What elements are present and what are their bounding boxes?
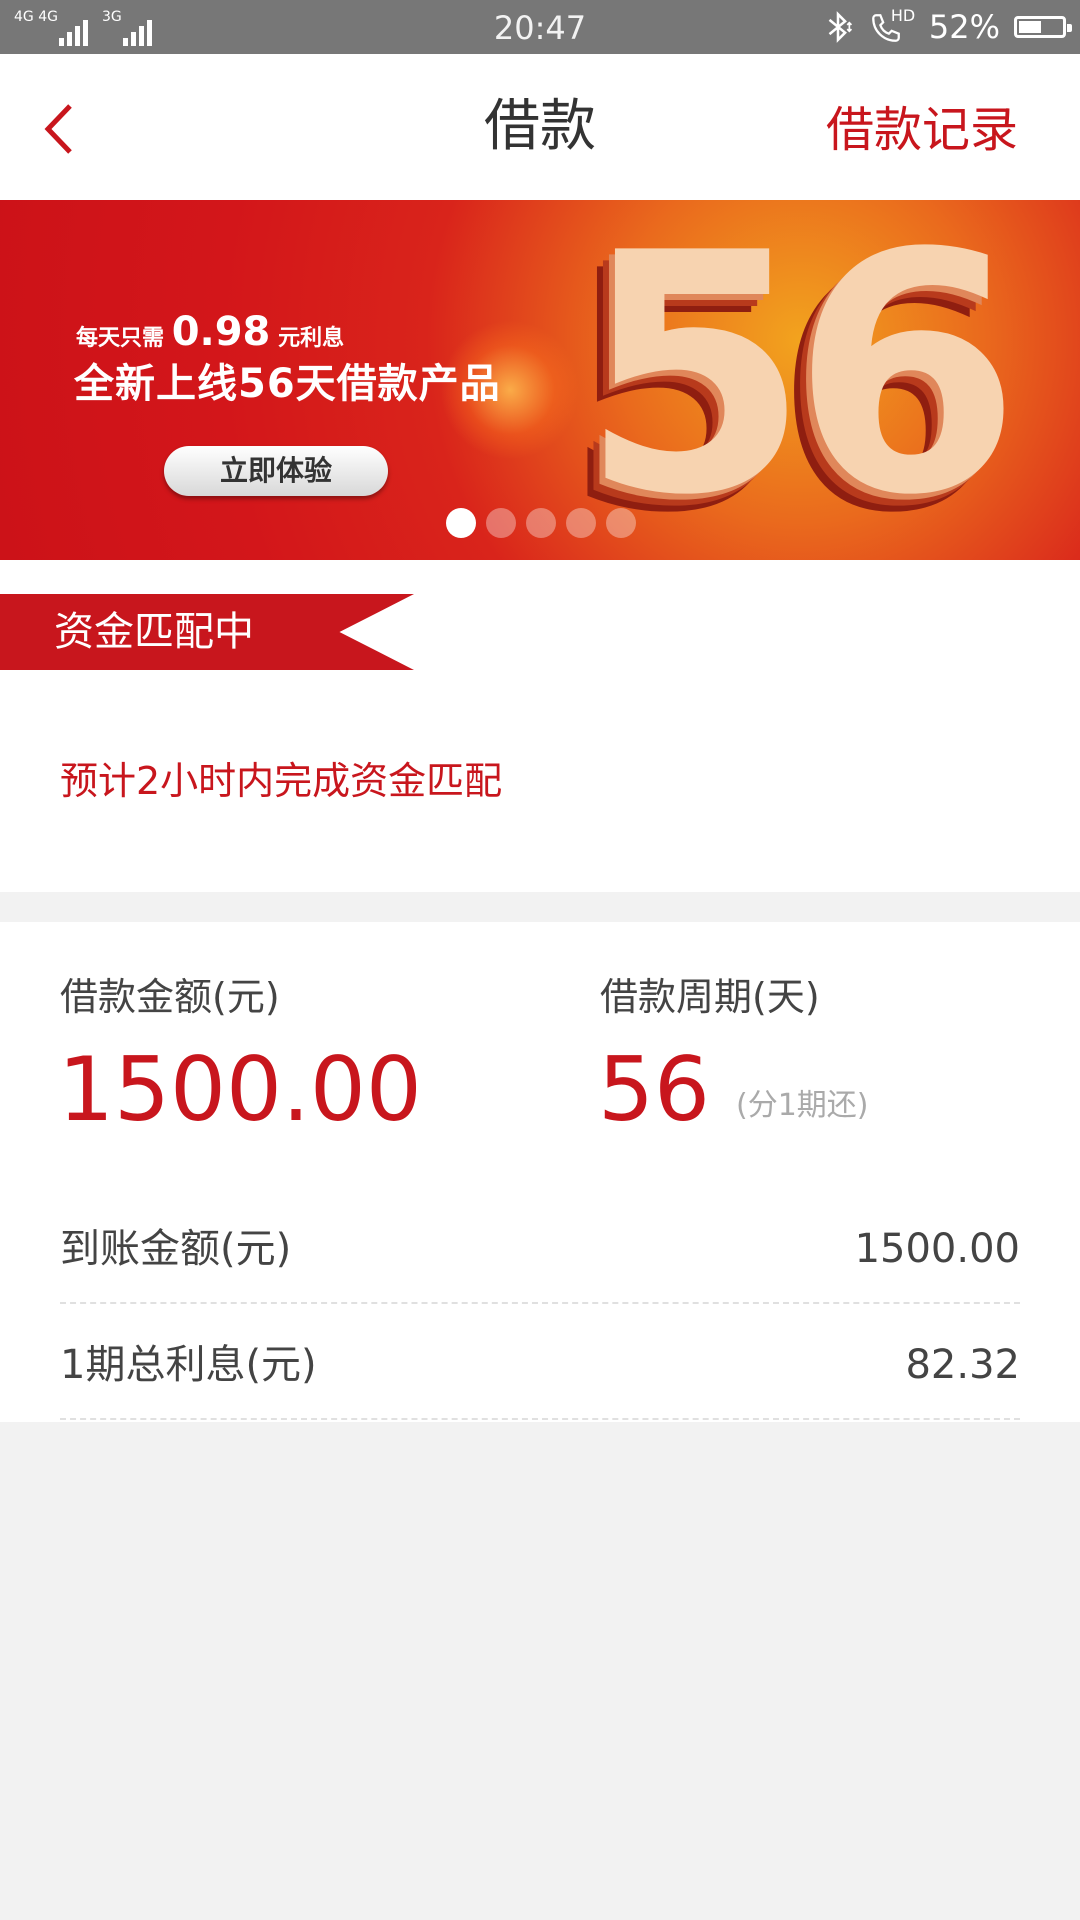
bluetooth-icon — [828, 11, 852, 43]
banner-line1-amount: 0.98 — [171, 309, 271, 355]
status-bar: 4G 4G 3G 20:47 HD 52% — [0, 0, 1080, 54]
battery-level — [1019, 21, 1041, 33]
banner-line1-prefix: 每天只需 — [76, 326, 165, 351]
loan-details: 借款金额(元) 1500.00 借款周期(天) 56 (分1期还) 到账金额(元… — [0, 922, 1080, 1422]
received-amount-value: 1500.00 — [854, 1226, 1020, 1272]
carousel-dot[interactable] — [486, 508, 516, 538]
banner-line1-suffix: 元利息 — [278, 326, 345, 351]
carousel-dot[interactable] — [526, 508, 556, 538]
eta-message: 预计2小时内完成资金匹配 — [60, 759, 503, 803]
battery-percent: 52% — [928, 8, 1000, 46]
carousel-dot[interactable] — [566, 508, 596, 538]
carousel-dots[interactable] — [446, 508, 636, 538]
carousel-dot[interactable] — [606, 508, 636, 538]
total-interest-value: 82.32 — [905, 1342, 1020, 1388]
loan-history-link[interactable]: 借款记录 — [826, 100, 1018, 160]
battery-icon — [1014, 16, 1072, 38]
total-interest-label: 1期总利息(元) — [60, 1342, 317, 1388]
amount-label: 借款金额(元) — [60, 975, 280, 1019]
period-value: 56 — [598, 1038, 710, 1141]
banner-big-number: 56 — [580, 200, 1021, 560]
status-icons: HD 52% — [821, 6, 1072, 46]
banner-headline: 全新上线56天借款产品 — [74, 361, 501, 407]
amount-value: 1500.00 — [58, 1038, 422, 1141]
period-label: 借款周期(天) — [600, 975, 820, 1019]
status-ribbon-text: 资金匹配中 — [54, 609, 254, 655]
carousel-dot[interactable] — [446, 508, 476, 538]
banner-line1: 每天只需 0.98 元利息 — [76, 312, 344, 359]
hd-call-icon: HD — [869, 6, 916, 46]
divider — [60, 1418, 1020, 1420]
divider — [60, 1302, 1020, 1304]
received-amount-label: 到账金额(元) — [60, 1226, 292, 1272]
hd-label: HD — [890, 6, 916, 25]
nav-bar: 借款 借款记录 — [0, 54, 1080, 200]
promo-banner[interactable]: 56 每天只需 0.98 元利息 全新上线56天借款产品 立即体验 — [0, 200, 1080, 560]
period-note: (分1期还) — [736, 1088, 869, 1123]
try-now-button[interactable]: 立即体验 — [164, 446, 388, 496]
